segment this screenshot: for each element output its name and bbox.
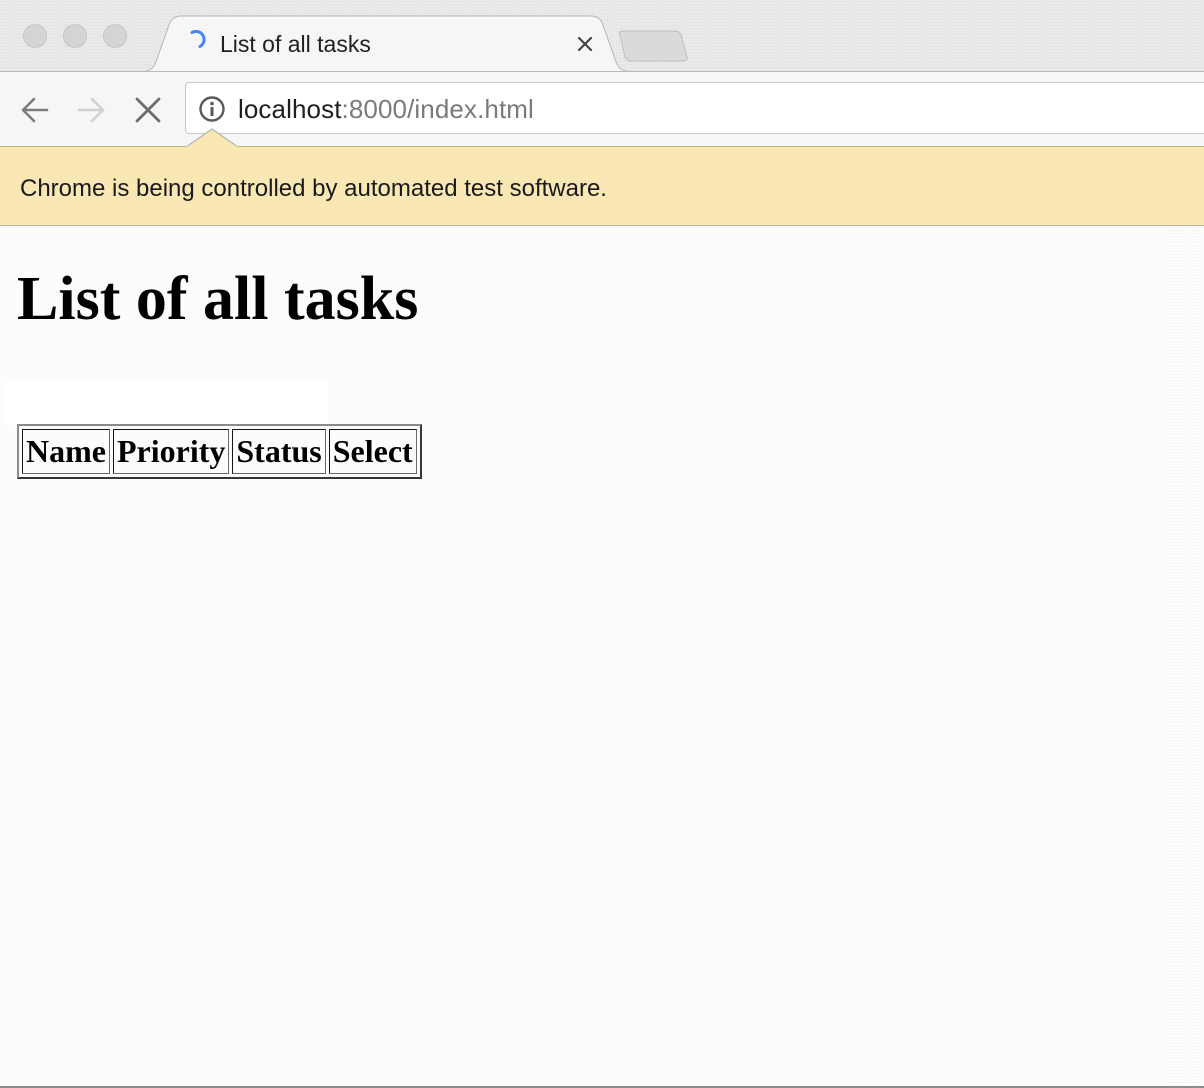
address-bar[interactable]: localhost:8000/index.html	[185, 82, 1204, 134]
tab-title: List of all tasks	[220, 31, 371, 57]
url-host: localhost	[238, 94, 342, 124]
tab-close-icon[interactable]	[574, 33, 596, 55]
new-tab-button[interactable]	[619, 30, 689, 62]
infobar-message: Chrome is being controlled by automated …	[20, 175, 607, 202]
url-text[interactable]: localhost:8000/index.html	[238, 94, 534, 125]
window-zoom-button[interactable]	[103, 24, 127, 48]
site-info-icon[interactable]	[198, 95, 226, 123]
page-content: List of all tasks Name Priority Status S…	[0, 226, 1204, 1086]
tasks-table: Name Priority Status Select	[17, 424, 422, 479]
column-header-name: Name	[22, 429, 110, 474]
browser-toolbar: localhost:8000/index.html	[0, 71, 1204, 147]
url-port-path: :8000/index.html	[341, 94, 534, 124]
infobar-pointer	[186, 128, 238, 150]
automation-infobar: Chrome is being controlled by automated …	[0, 146, 1204, 226]
forward-arrow-icon[interactable]	[74, 93, 108, 127]
window-close-button[interactable]	[23, 24, 47, 48]
table-header-row: Name Priority Status Select	[22, 429, 417, 474]
tab-strip: List of all tasks	[0, 0, 1204, 73]
column-header-status: Status	[232, 429, 326, 474]
window-minimize-button[interactable]	[63, 24, 87, 48]
column-header-select: Select	[328, 429, 417, 474]
blank-area	[5, 381, 328, 425]
page-scrollbar-track	[1164, 226, 1204, 1086]
column-header-priority: Priority	[112, 429, 230, 474]
page-title: List of all tasks	[17, 265, 419, 333]
stop-loading-icon[interactable]	[131, 93, 165, 127]
loading-spinner-icon	[190, 30, 206, 48]
back-arrow-icon[interactable]	[18, 93, 52, 127]
active-tab[interactable]: List of all tasks	[172, 22, 608, 66]
